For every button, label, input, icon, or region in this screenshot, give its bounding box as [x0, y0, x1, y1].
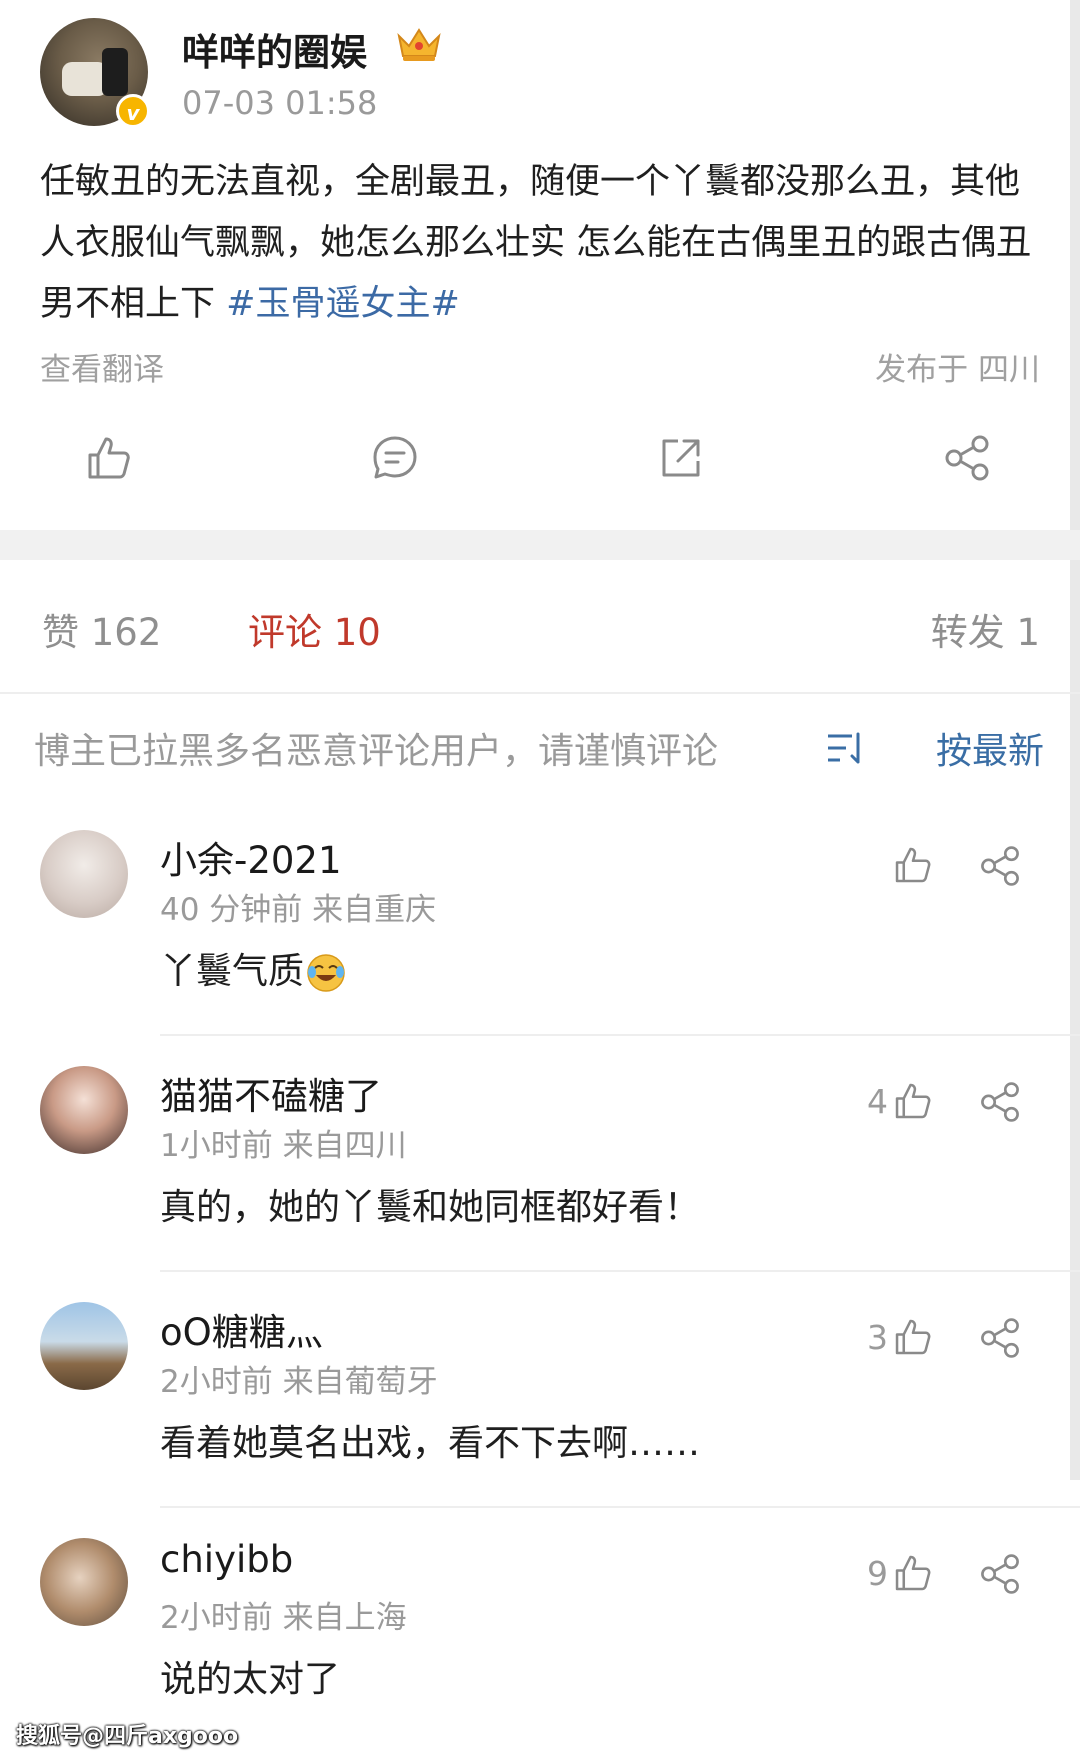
comment-notice: 博主已拉黑多名恶意评论用户，请谨慎评论: [34, 731, 719, 772]
comment-text: 看着她莫名出戏，看不下去啊……: [160, 1423, 701, 1464]
comment-text: 丫鬟气质: [160, 951, 305, 992]
comment-item: oO糖糖灬 2小时前 来自葡萄牙 看着她莫名出戏，看不下去啊…… 3: [0, 1272, 1080, 1508]
comment-icon[interactable]: [370, 433, 420, 483]
thumbs-up-icon[interactable]: [84, 433, 134, 483]
share-icon[interactable]: [978, 1552, 1022, 1596]
commenter-name[interactable]: 小余-2021: [160, 830, 342, 884]
thumbs-up-icon[interactable]: [892, 1316, 934, 1358]
verified-badge-icon: v: [116, 94, 150, 128]
sort-icon[interactable]: [824, 728, 868, 768]
commenter-avatar[interactable]: [40, 1066, 128, 1154]
thumbs-up-icon[interactable]: [892, 844, 934, 886]
share-icon[interactable]: [978, 1316, 1022, 1360]
commenter-name[interactable]: chiyibb: [160, 1538, 293, 1581]
post-author-name[interactable]: 咩咩的圈娱: [182, 22, 367, 76]
comment-like-count: 4: [867, 1082, 888, 1121]
thumbs-up-icon[interactable]: [892, 1552, 934, 1594]
comment-meta: 2小时前 来自葡萄牙: [160, 1364, 438, 1400]
post-timestamp: 07-03 01:58: [182, 84, 378, 122]
sort-latest-button[interactable]: 按最新: [936, 722, 1044, 774]
divider: [0, 692, 1080, 694]
share-icon[interactable]: [942, 433, 992, 483]
laugh-cry-emoji-icon: [307, 954, 345, 992]
share-icon[interactable]: [978, 844, 1022, 888]
section-divider: [0, 530, 1080, 560]
translate-link[interactable]: 查看翻译: [40, 344, 164, 389]
thumbs-up-icon[interactable]: [892, 1080, 934, 1122]
comment-text-wrap: 丫鬟气质: [160, 942, 346, 994]
comment-like-count: 9: [867, 1554, 888, 1593]
comment-text: 说的太对了: [160, 1659, 341, 1700]
comment-item: 小余-2021 40 分钟前 来自重庆 丫鬟气质: [0, 800, 1080, 1036]
commenter-avatar[interactable]: [40, 1538, 128, 1626]
tab-reposts[interactable]: 转发 1: [931, 602, 1040, 656]
commenter-name[interactable]: 猫猫不磕糖了: [160, 1066, 382, 1120]
comment-meta: 2小时前 来自上海: [160, 1600, 407, 1636]
post-text: 任敏丑的无法直视，全剧最丑，随便一个丫鬟都没那么丑，其他人衣服仙气飘飘，她怎么那…: [40, 162, 1032, 324]
tab-comments[interactable]: 评论 10: [248, 602, 381, 656]
comment-meta: 1小时前 来自四川: [160, 1128, 407, 1164]
comment-item: 猫猫不磕糖了 1小时前 来自四川 真的，她的丫鬟和她同框都好看！ 4: [0, 1036, 1080, 1272]
repost-icon[interactable]: [656, 433, 706, 483]
crown-icon: [397, 28, 441, 61]
comment-text: 真的，她的丫鬟和她同框都好看！: [160, 1187, 701, 1228]
post-body: 任敏丑的无法直视，全剧最丑，随便一个丫鬟都没那么丑，其他人衣服仙气飘飘，她怎么那…: [40, 152, 1050, 335]
comment-meta: 40 分钟前 来自重庆: [160, 892, 437, 928]
post-location: 发布于 四川: [875, 352, 1040, 388]
hashtag-link[interactable]: #玉骨遥女主#: [226, 284, 460, 324]
share-icon[interactable]: [978, 1080, 1022, 1124]
tab-likes[interactable]: 赞 162: [42, 602, 161, 656]
comment-like-count: 3: [867, 1318, 888, 1357]
comment-item: chiyibb 2小时前 来自上海 说的太对了 9: [0, 1508, 1080, 1744]
commenter-avatar[interactable]: [40, 830, 128, 918]
commenter-name[interactable]: oO糖糖灬: [160, 1302, 323, 1356]
watermark: 搜狐号@四斤axgooo: [16, 1724, 239, 1749]
commenter-avatar[interactable]: [40, 1302, 128, 1390]
